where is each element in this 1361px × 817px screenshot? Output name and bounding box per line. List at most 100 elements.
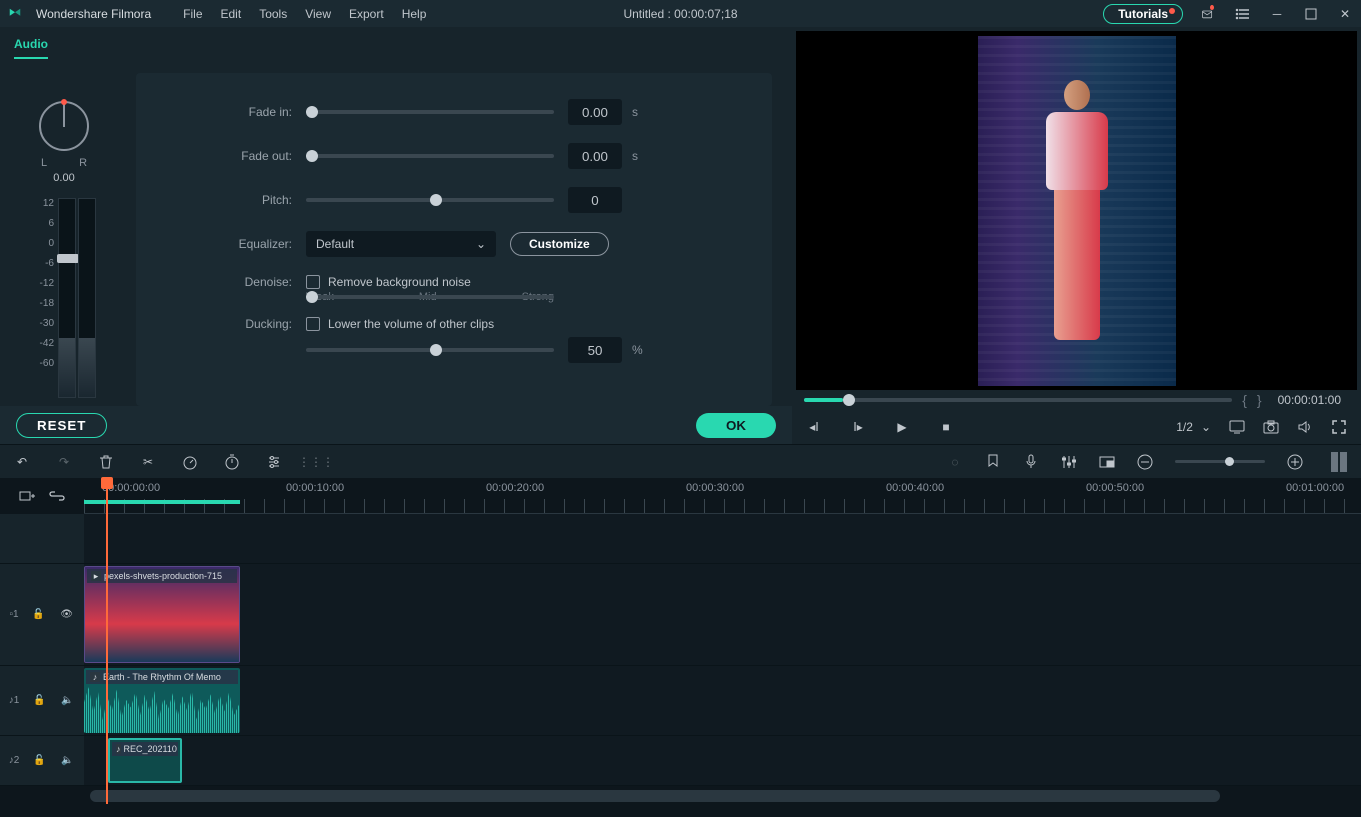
video-track-icon: ▫1 — [9, 609, 18, 620]
balance-value: 0.00 — [53, 172, 74, 184]
fullscreen-icon[interactable] — [1331, 419, 1347, 435]
snapshot-icon[interactable] — [1263, 419, 1279, 435]
ok-button[interactable]: OK — [696, 413, 776, 438]
audio-wave-icon[interactable]: ⋮⋮⋮ — [308, 454, 324, 470]
meter-bar-r — [78, 198, 96, 398]
list-icon[interactable] — [1235, 6, 1251, 22]
pitch-label: Pitch: — [136, 193, 306, 207]
app-name: Wondershare Filmora — [36, 7, 151, 21]
display-icon[interactable] — [1229, 419, 1245, 435]
ducking-checkbox[interactable] — [306, 317, 320, 331]
title-bar: Wondershare Filmora File Edit Tools View… — [0, 0, 1361, 27]
speed-icon[interactable] — [182, 454, 198, 470]
fadein-unit: s — [632, 105, 638, 119]
timer-icon[interactable] — [224, 454, 240, 470]
zoom-slider[interactable] — [1175, 460, 1265, 463]
fadeout-value[interactable] — [568, 143, 622, 169]
stop-icon[interactable]: ■ — [938, 419, 954, 435]
menu-view[interactable]: View — [305, 7, 331, 21]
zoom-ratio-select[interactable]: 1/2⌄ — [1176, 420, 1211, 434]
ducking-unit: % — [632, 343, 643, 357]
mute-icon[interactable]: 🔈 — [59, 693, 75, 709]
ducking-slider[interactable] — [306, 348, 554, 352]
tutorials-button[interactable]: Tutorials — [1103, 4, 1183, 24]
chevron-down-icon: ⌄ — [476, 237, 486, 251]
mixer-icon[interactable] — [1061, 454, 1077, 470]
render-icon[interactable]: ◌ — [947, 454, 963, 470]
marker-icon[interactable] — [985, 454, 1001, 470]
fadein-value[interactable] — [568, 99, 622, 125]
pitch-value[interactable] — [568, 187, 622, 213]
adjust-icon[interactable] — [266, 454, 282, 470]
pip-icon[interactable] — [1099, 454, 1115, 470]
denoise-text: Remove background noise — [328, 275, 471, 289]
fadein-slider[interactable] — [306, 110, 554, 114]
video-track-1: ▫1🔓👁 ▸pexels-shvets-production-715 — [0, 564, 1361, 666]
zoom-in-icon[interactable] — [1287, 454, 1303, 470]
eye-icon[interactable]: 👁 — [59, 607, 75, 623]
undo-icon[interactable]: ↶ — [14, 454, 30, 470]
delete-icon[interactable] — [98, 454, 114, 470]
ducking-label: Ducking: — [136, 317, 306, 331]
scrub-slider[interactable] — [804, 398, 1232, 402]
lock-icon[interactable]: 🔓 — [31, 753, 47, 769]
menu-file[interactable]: File — [183, 7, 202, 21]
play-icon: ▸ — [91, 571, 101, 581]
audio-clip-2[interactable]: ♪REC_202110 — [108, 738, 182, 783]
empty-track — [0, 514, 1361, 564]
timeline-scrollbar[interactable] — [8, 790, 1353, 802]
menu-export[interactable]: Export — [349, 7, 384, 21]
timeline: 00:00:00:00 00:00:10:00 00:00:20:00 00:0… — [0, 478, 1361, 817]
track-add-icon[interactable] — [19, 488, 35, 504]
menu-help[interactable]: Help — [402, 7, 427, 21]
lock-icon[interactable]: 🔓 — [31, 607, 47, 623]
audio-track-icon: ♪2 — [9, 755, 20, 766]
playhead[interactable] — [106, 478, 108, 804]
brace-left: { — [1242, 392, 1247, 408]
fadeout-label: Fade out: — [136, 149, 306, 163]
lock-icon[interactable]: 🔓 — [31, 693, 47, 709]
mic-icon[interactable] — [1023, 454, 1039, 470]
link-icon[interactable] — [49, 488, 65, 504]
time-ruler[interactable]: 00:00:00:00 00:00:10:00 00:00:20:00 00:0… — [84, 478, 1361, 514]
menu-edit[interactable]: Edit — [221, 7, 242, 21]
minimize-icon[interactable]: ─ — [1269, 6, 1285, 22]
pitch-slider[interactable] — [306, 198, 554, 202]
ducking-value[interactable] — [568, 337, 622, 363]
meter-bar-l[interactable] — [58, 198, 76, 398]
audio-track-icon: ♪1 — [9, 695, 20, 706]
maximize-icon[interactable] — [1303, 6, 1319, 22]
app-logo-icon — [8, 7, 22, 21]
tab-audio[interactable]: Audio — [14, 37, 48, 59]
step-back-icon[interactable]: ◂Ⅰ — [806, 419, 822, 435]
play-icon[interactable]: ▶ — [894, 419, 910, 435]
volume-icon[interactable] — [1297, 419, 1313, 435]
fit-icon[interactable] — [1331, 452, 1347, 472]
denoise-checkbox[interactable] — [306, 275, 320, 289]
brace-right: } — [1257, 392, 1262, 408]
ducking-text: Lower the volume of other clips — [328, 317, 494, 331]
reset-button[interactable]: RESET — [16, 413, 107, 438]
preview-viewport[interactable] — [796, 31, 1357, 390]
redo-icon[interactable]: ↷ — [56, 454, 72, 470]
mute-icon[interactable]: 🔈 — [59, 753, 75, 769]
preview-timecode: 00:00:01:00 — [1278, 393, 1341, 407]
fadeout-unit: s — [632, 149, 638, 163]
timeline-toolbar: ↶ ↷ ✂ ⋮⋮⋮ ◌ — [0, 444, 1361, 478]
audio-track-2: ♪2 🔓 🔈 ♪REC_202110 — [0, 736, 1361, 786]
equalizer-select[interactable]: Default⌄ — [306, 231, 496, 257]
chevron-down-icon: ⌄ — [1201, 420, 1211, 434]
mail-icon[interactable] — [1201, 6, 1217, 22]
balance-dial[interactable] — [39, 101, 89, 151]
denoise-slider[interactable] — [306, 295, 554, 299]
fadeout-slider[interactable] — [306, 154, 554, 158]
step-fwd-icon[interactable]: Ⅰ▸ — [850, 419, 866, 435]
customize-button[interactable]: Customize — [510, 232, 609, 256]
music-icon: ♪ — [116, 744, 121, 754]
close-icon[interactable]: ✕ — [1337, 6, 1353, 22]
zoom-out-icon[interactable] — [1137, 454, 1153, 470]
menu-tools[interactable]: Tools — [259, 7, 287, 21]
main-menu: File Edit Tools View Export Help — [183, 7, 426, 21]
audio-track-1: ♪1🔓🔈 ♪Earth - The Rhythm Of Memo — [0, 666, 1361, 736]
split-icon[interactable]: ✂ — [140, 454, 156, 470]
